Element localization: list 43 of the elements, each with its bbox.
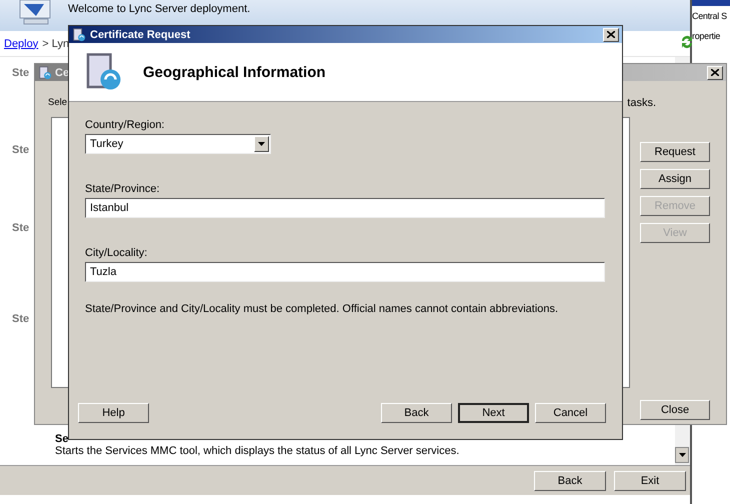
field-label: State/Province: [85,183,161,195]
close-button[interactable] [707,66,723,80]
side-text: ropertie [692,31,720,41]
close-window-button[interactable]: Close [640,400,710,420]
field-label: City/Locality: [85,247,148,259]
note-text: State/Province and City/Locality must be completed. Official names cannot contain abbreviations. [85,303,560,315]
caret-icon [678,453,686,457]
wizard-button[interactable]: Back [534,470,606,490]
close-button[interactable] [603,28,619,42]
action-button[interactable]: Assign [640,169,710,189]
intro-text: tasks. [627,97,656,109]
window-title: Ce [55,66,70,78]
banner-text: Welcome to Lync Server deployment. [68,2,250,15]
help-button[interactable]: Help [78,403,149,423]
nav-button[interactable]: Next [458,403,529,423]
intro-text: Sele [48,97,68,109]
action-button[interactable]: Request [640,142,710,162]
certificate-icon [38,66,52,80]
wizard-button[interactable]: Exit [614,470,686,490]
section-description: Starts the Services MMC tool, which displays the status of all Lync Server services. [54,445,460,457]
step-label: Ste [12,67,30,79]
nav-button[interactable]: Back [381,403,452,423]
country-dropdown[interactable]: Turkey [85,134,271,154]
close-icon [607,31,615,38]
step-label: Ste [12,313,30,325]
field-label: Country/Region: [85,119,166,131]
caret-icon [258,142,265,146]
section-title: Se [54,433,70,445]
close-icon [711,69,719,76]
nav-button[interactable]: Cancel [535,403,606,423]
window-title-bar [692,0,730,6]
input-field[interactable]: Istanbul [85,198,605,218]
step-label: Ste [12,144,30,156]
dropdown-button[interactable] [254,136,269,152]
page-heading: Geographical Information [143,64,326,80]
side-text: Central S [692,11,727,21]
certificate-icon [72,28,86,42]
dialog-title: Certificate Request [90,28,190,40]
scroll-down-button[interactable] [675,447,689,463]
refresh-icon[interactable] [680,34,694,50]
input-field[interactable]: Tuzla [85,262,605,282]
step-label: Ste [12,222,30,234]
breadcrumb-link[interactable]: Deploy [4,38,38,50]
